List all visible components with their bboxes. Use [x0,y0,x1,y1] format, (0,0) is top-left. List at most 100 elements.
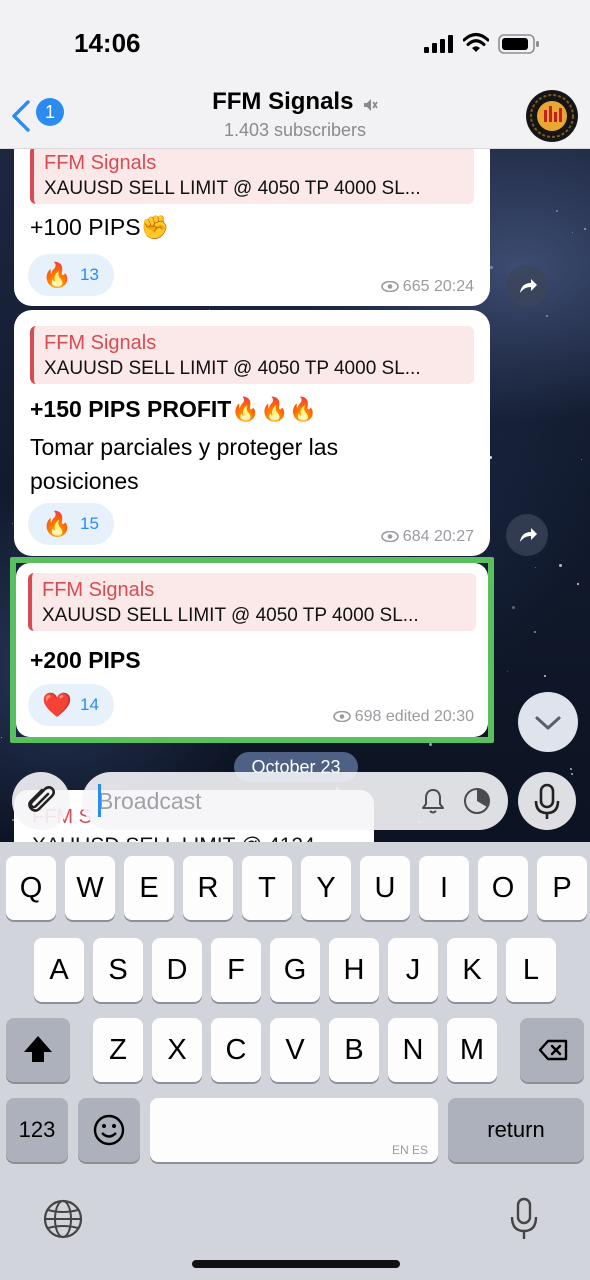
reply-quote[interactable]: FFM Signals XAUUSD SELL LIMIT @ 4050 TP … [30,326,474,384]
star-decoration [512,606,515,609]
key-e[interactable]: E [124,856,174,920]
share-arrow-icon [520,279,537,293]
voice-message-button[interactable] [518,772,576,830]
text-caret [98,784,101,817]
scroll-down-button[interactable] [518,692,578,752]
home-indicator [192,1260,400,1268]
star-decoration [490,266,493,269]
key-m[interactable]: M [447,1018,497,1082]
key-r[interactable]: R [183,856,233,920]
key-d[interactable]: D [152,938,202,1002]
message-time: 20:24 [433,278,474,295]
key-s[interactable]: S [93,938,143,1002]
reply-text: XAUUSD SELL LIMIT @ 4050 TP 4000 SL... [44,358,421,379]
channel-avatar-logo-icon [527,91,577,141]
globe-icon[interactable] [42,1198,84,1240]
reply-author: FFM Signals [44,152,157,174]
star-decoration [12,523,13,524]
key-c[interactable]: C [211,1018,261,1082]
fire-emoji-icon: 🔥 [42,262,72,289]
eye-icon [380,531,399,543]
channel-title: FFM Signals [212,88,354,115]
subscriber-count: 1.403 subscribers [223,120,367,140]
reply-quote[interactable]: FFM Signals XAUUSD SELL LIMIT @ 4050 TP … [30,146,474,204]
star-decoration [1,737,2,738]
share-button[interactable] [506,265,548,307]
fire-emoji-icon: 🔥 [42,511,72,538]
highlight-frame [10,557,494,743]
emoji-key[interactable] [78,1098,140,1162]
keyboard: 123 EN ES return QWERTYUIOP ASDFGHJKL ZXCV… [0,842,590,1280]
reaction-fire[interactable]: 🔥 13 [28,254,114,296]
paperclip-icon [28,786,55,812]
message-meta: 665 20:24 [380,278,474,296]
message-bubble[interactable]: FFM Signals XAUUSD SELL LIMIT @ 4050 TP … [14,128,490,306]
back-chevron-icon [12,100,30,132]
star-decoration [559,564,562,567]
bell-icon[interactable] [418,786,448,816]
delete-key[interactable] [520,1018,584,1082]
eye-icon [380,281,399,293]
unread-badge: 1 [36,98,64,126]
reply-text: XAUUSD SELL LIMIT @ 4050 TP 4000 SL... [44,178,421,199]
key-q[interactable]: Q [6,856,56,920]
shift-arrow-icon [24,1036,52,1062]
star-decoration [546,315,548,317]
channel-avatar[interactable] [526,90,578,142]
wifi-icon [463,33,489,52]
cellular-signal-icon [424,35,453,53]
key-x[interactable]: X [152,1018,202,1082]
key-u[interactable]: U [360,856,410,920]
share-arrow-icon [520,528,537,542]
key-f[interactable]: F [211,938,261,1002]
key-g[interactable]: G [270,938,320,1002]
key-o[interactable]: O [478,856,528,920]
star-decoration [556,210,558,212]
message-bubble[interactable]: FFM Signals XAUUSD SELL LIMIT @ 4050 TP … [14,310,490,556]
key-z[interactable]: Z [93,1018,143,1082]
shift-key[interactable] [6,1018,70,1082]
star-decoration [581,459,582,460]
chat-title-area[interactable]: FFM Signals 1.403 subscribers [150,88,440,141]
status-bar: 14:06 [0,0,590,80]
star-decoration [570,768,572,770]
space-key[interactable]: EN ES [150,1098,438,1162]
language-indicator: EN ES [391,1143,428,1157]
key-t[interactable]: T [242,856,292,920]
broadcast-input[interactable] [98,786,398,816]
key-p[interactable]: P [537,856,587,920]
mute-icon [363,98,378,111]
key-n[interactable]: N [388,1018,438,1082]
key-v[interactable]: V [270,1018,320,1082]
message-text: Tomar parciales y proteger las posicione… [30,434,339,494]
key-k[interactable]: K [447,938,497,1002]
reaction-fire[interactable]: 🔥 15 [28,503,114,545]
share-button[interactable] [506,514,548,556]
key-j[interactable]: J [388,938,438,1002]
key-w[interactable]: W [65,856,115,920]
status-time: 14:06 [74,28,141,58]
reply-author: FFM Signals [44,332,157,354]
star-decoration [572,232,573,233]
microphone-icon [534,783,560,819]
return-key[interactable]: return [448,1098,584,1162]
reaction-count: 15 [80,514,99,533]
key-a[interactable]: A [34,938,84,1002]
battery-icon [498,34,539,54]
dictation-mic-icon[interactable] [506,1196,542,1242]
view-count: 665 [402,278,430,295]
star-decoration [577,583,579,585]
attach-button[interactable] [12,772,70,830]
key-i[interactable]: I [419,856,469,920]
message-time: 20:27 [433,528,474,545]
numbers-key[interactable]: 123 [6,1098,68,1162]
message-input-container[interactable] [82,772,508,830]
key-b[interactable]: B [329,1018,379,1082]
key-h[interactable]: H [329,938,379,1002]
backspace-icon [538,1039,568,1061]
chevron-down-icon [535,716,561,730]
key-l[interactable]: L [506,938,556,1002]
key-y[interactable]: Y [301,856,351,920]
schedule-timer-icon[interactable] [462,786,492,816]
star-decoration [535,567,536,568]
